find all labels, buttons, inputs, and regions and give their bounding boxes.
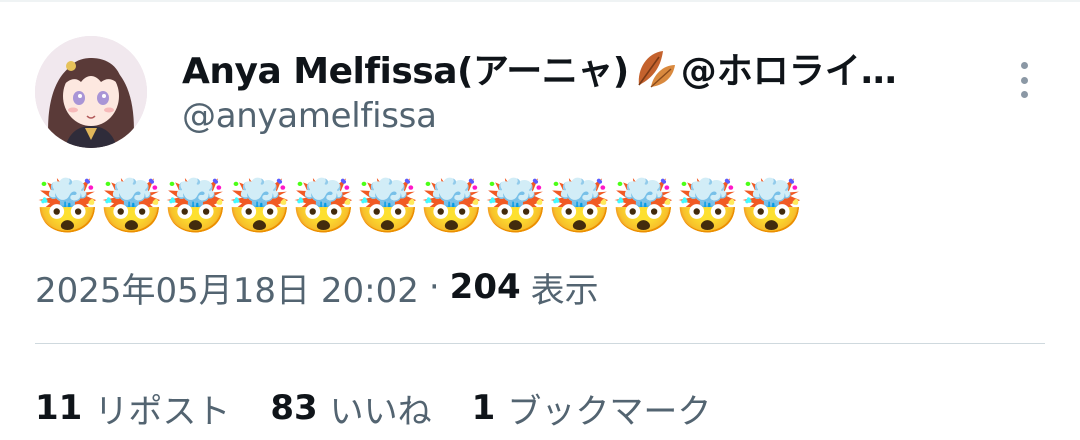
views-label: 表示 (530, 270, 599, 311)
reposts-count: 11 (35, 388, 83, 428)
likes-stat[interactable]: 83 いいね (270, 384, 431, 433)
author-name-suffix: @ホロライ… (680, 51, 897, 92)
post-meta: 2025年05月18日 20:02 · 204 表示 (35, 262, 599, 312)
avatar-image (35, 36, 147, 148)
likes-count: 83 (270, 388, 318, 428)
post-stats: 11 リポスト 83 いいね 1 ブックマーク (35, 382, 751, 434)
reposts-stat[interactable]: 11 リポスト (35, 384, 230, 433)
more-options-button[interactable] (1006, 58, 1042, 102)
fallen-leaf-icon (633, 45, 679, 91)
stats-divider (35, 343, 1045, 344)
exploding-head-emoji: 🤯 (355, 177, 420, 237)
exploding-head-emoji: 🤯 (675, 177, 740, 237)
reposts-label: リポスト (94, 391, 231, 432)
more-dot-icon (1020, 62, 1028, 69)
bookmarks-stat[interactable]: 1 ブックマーク (472, 384, 712, 433)
exploding-head-emoji: 🤯 (227, 177, 292, 237)
exploding-head-emoji: 🤯 (547, 177, 612, 237)
exploding-head-emoji: 🤯 (611, 177, 676, 237)
exploding-head-emoji: 🤯 (163, 177, 228, 237)
more-dot-icon (1020, 76, 1028, 84)
likes-label: いいね (329, 391, 432, 432)
top-divider (0, 0, 1080, 2)
avatar[interactable] (35, 36, 147, 148)
exploding-head-emoji: 🤯 (99, 177, 164, 237)
exploding-head-emoji: 🤯 (291, 177, 356, 237)
exploding-head-emoji: 🤯 (739, 177, 804, 237)
bookmarks-count: 1 (471, 388, 496, 428)
author-name-row[interactable]: Anya Melfissa(アーニャ) @ホロライ… (182, 42, 972, 94)
exploding-head-emoji: 🤯 (419, 177, 484, 237)
post-timestamp[interactable]: 2025年05月18日 20:02 (35, 263, 419, 312)
post-text: 🤯 🤯 🤯 🤯 🤯 🤯 🤯 🤯 🤯 🤯 🤯 🤯 (35, 176, 804, 238)
meta-separator: · (428, 267, 440, 307)
exploding-head-emoji: 🤯 (35, 177, 100, 237)
author-display-name[interactable]: Anya Melfissa(アーニャ) (182, 42, 629, 94)
exploding-head-emoji: 🤯 (483, 177, 548, 237)
views-count: 204 (449, 267, 521, 307)
author-handle[interactable]: @anyamelfissa (182, 96, 437, 136)
more-dot-icon (1020, 91, 1028, 98)
bookmarks-label: ブックマーク (507, 391, 712, 432)
